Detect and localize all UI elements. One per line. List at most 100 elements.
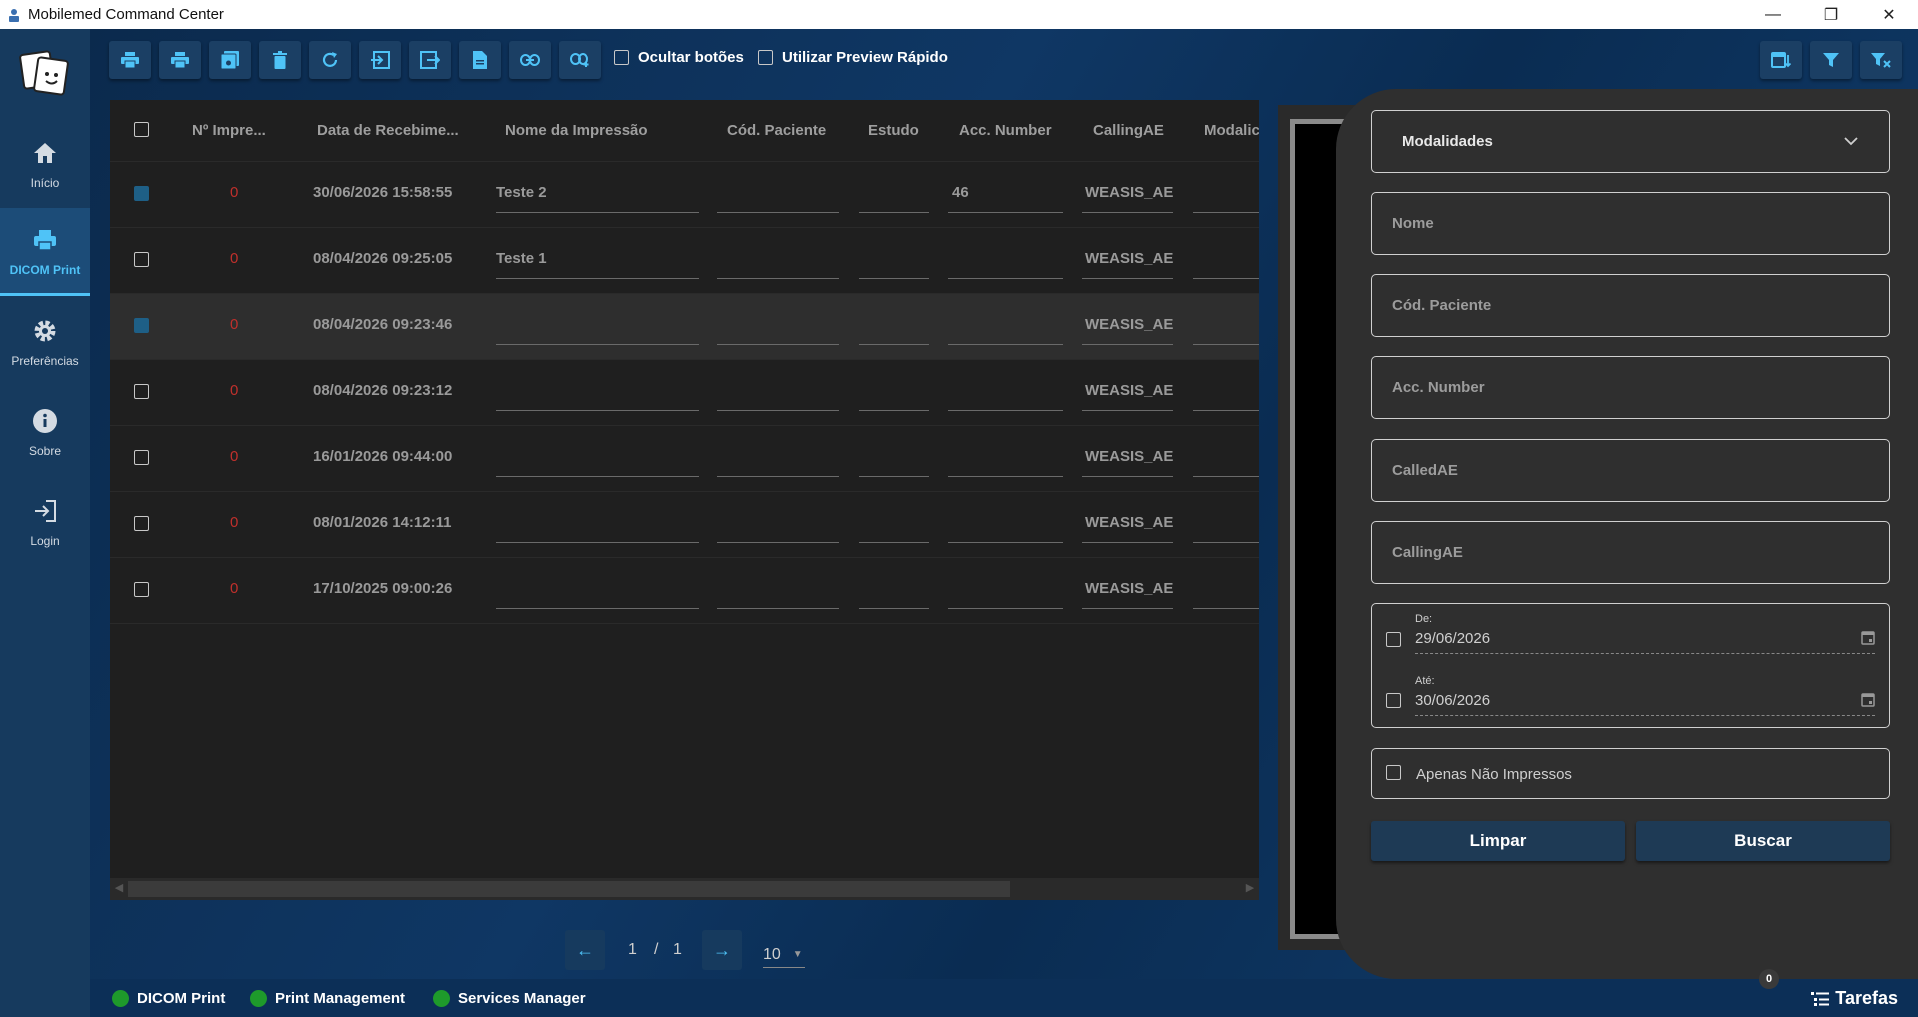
column-header-calling-ae[interactable]: CallingAE: [1093, 122, 1164, 139]
page-separator: /: [654, 941, 659, 958]
modality-underline: [1193, 608, 1259, 609]
print-name-input[interactable]: Teste 2: [496, 184, 547, 201]
sidebar-item-inicio[interactable]: Início: [0, 120, 90, 208]
checkbox-box[interactable]: [614, 50, 629, 65]
calling-ae-input[interactable]: WEASIS_AE: [1085, 250, 1173, 267]
scrollbar-thumb[interactable]: [128, 881, 1010, 897]
patient-code-underline: [717, 344, 839, 345]
calendar-icon[interactable]: [1861, 630, 1875, 645]
study-underline: [859, 476, 929, 477]
called-ae-field[interactable]: CalledAE: [1371, 439, 1890, 502]
table-row[interactable]: 0 30/06/2026 15:58:55 Teste 2 46 WEASIS_…: [110, 162, 1259, 228]
name-field[interactable]: Nome: [1371, 192, 1890, 255]
calling-ae-input[interactable]: WEASIS_AE: [1085, 448, 1173, 465]
print-name-input[interactable]: Teste 1: [496, 250, 547, 267]
refresh-button[interactable]: [309, 41, 351, 79]
calling-ae-input[interactable]: WEASIS_AE: [1085, 514, 1173, 531]
acc-number-underline: [948, 608, 1063, 609]
calling-ae-underline: [1082, 212, 1173, 213]
tasks-button[interactable]: Tarefas: [1811, 988, 1898, 1009]
date-from-checkbox[interactable]: [1386, 632, 1401, 647]
calling-ae-input[interactable]: WEASIS_AE: [1085, 184, 1173, 201]
document-button[interactable]: [459, 41, 501, 79]
delete-icon: [273, 51, 287, 69]
link-add-button[interactable]: [559, 41, 601, 79]
link-icon: [520, 54, 540, 66]
date-to-checkbox[interactable]: [1386, 693, 1401, 708]
column-header-patient-code[interactable]: Cód. Paciente: [727, 122, 826, 139]
checkbox-box[interactable]: [758, 50, 773, 65]
search-button[interactable]: Buscar: [1636, 821, 1890, 861]
previous-page-button[interactable]: ←: [565, 930, 605, 970]
date-to-label: Até:: [1415, 675, 1435, 687]
calendar-icon[interactable]: [1861, 692, 1875, 707]
modalities-select[interactable]: Modalidades: [1371, 110, 1890, 173]
column-header-modality[interactable]: Modalic: [1204, 122, 1259, 139]
table-row[interactable]: 0 17/10/2025 09:00:26 WEASIS_AE: [110, 558, 1259, 624]
restore-button[interactable]: ❐: [1802, 0, 1860, 29]
sidebar-item-preferencias[interactable]: Preferências: [0, 298, 90, 386]
clear-button[interactable]: Limpar: [1371, 821, 1625, 861]
export-button[interactable]: [409, 41, 451, 79]
sidebar-item-label: Preferências: [11, 354, 79, 368]
calling-ae-input[interactable]: WEASIS_AE: [1085, 316, 1173, 333]
row-checkbox[interactable]: [134, 450, 149, 465]
sidebar-item-sobre[interactable]: Sobre: [0, 388, 90, 476]
current-page: 1: [628, 941, 637, 958]
row-checkbox[interactable]: [134, 516, 149, 531]
table-row[interactable]: 0 08/04/2026 09:23:12 WEASIS_AE: [110, 360, 1259, 426]
only-unprinted-checkbox[interactable]: [1386, 765, 1401, 780]
date-to-field[interactable]: Até: 30/06/2026: [1415, 675, 1875, 725]
next-page-button[interactable]: →: [702, 930, 742, 970]
row-checkbox[interactable]: [134, 252, 149, 267]
row-checkbox[interactable]: [134, 318, 149, 333]
date-from-field[interactable]: De: 29/06/2026: [1415, 613, 1875, 663]
scroll-right-icon[interactable]: ▶: [1243, 881, 1257, 897]
hide-buttons-checkbox[interactable]: Ocultar botões: [614, 49, 744, 66]
calling-ae-input[interactable]: WEASIS_AE: [1085, 580, 1173, 597]
date-from-value[interactable]: 29/06/2026: [1415, 630, 1490, 647]
row-checkbox[interactable]: [134, 384, 149, 399]
scroll-left-icon[interactable]: ◀: [112, 881, 126, 897]
called-ae-placeholder: CalledAE: [1392, 462, 1458, 479]
calling-ae-field[interactable]: CallingAE: [1371, 521, 1890, 584]
column-header-print-name[interactable]: Nome da Impressão: [505, 122, 648, 139]
filter-clear-button[interactable]: [1860, 41, 1902, 79]
export-icon: [420, 51, 440, 69]
print-alt-button[interactable]: [159, 41, 201, 79]
column-header-study[interactable]: Estudo: [868, 122, 919, 139]
delete-button[interactable]: [259, 41, 301, 79]
table-row[interactable]: 0 16/01/2026 09:44:00 WEASIS_AE: [110, 426, 1259, 492]
date-to-value[interactable]: 30/06/2026: [1415, 692, 1490, 709]
page-size-select[interactable]: 10 ▼: [763, 942, 805, 968]
sidebar-item-label: DICOM Print: [9, 262, 81, 277]
filter-button[interactable]: [1810, 41, 1852, 79]
quick-preview-checkbox[interactable]: Utilizar Preview Rápido: [758, 49, 948, 66]
column-header-print-count[interactable]: Nº Impre...: [192, 122, 266, 139]
table-row[interactable]: 0 08/04/2026 09:23:46 WEASIS_AE: [110, 294, 1259, 360]
save-all-button[interactable]: [209, 41, 251, 79]
link-button[interactable]: [509, 41, 551, 79]
print-button[interactable]: [109, 41, 151, 79]
row-checkbox[interactable]: [134, 582, 149, 597]
only-unprinted-box[interactable]: Apenas Não Impressos: [1371, 748, 1890, 799]
patient-code-field[interactable]: Cód. Paciente: [1371, 274, 1890, 337]
minimize-button[interactable]: —: [1744, 0, 1802, 29]
acc-number-field[interactable]: Acc. Number: [1371, 356, 1890, 419]
acc-number-input[interactable]: 46: [952, 184, 969, 201]
select-all-checkbox[interactable]: [134, 122, 149, 137]
close-button[interactable]: ✕: [1860, 0, 1918, 29]
import-button[interactable]: [359, 41, 401, 79]
column-header-acc-number[interactable]: Acc. Number: [959, 122, 1052, 139]
row-checkbox[interactable]: [134, 186, 149, 201]
sidebar-item-dicom-print[interactable]: DICOM Print: [0, 208, 90, 296]
date-sort-button[interactable]: [1760, 41, 1802, 79]
calling-ae-input[interactable]: WEASIS_AE: [1085, 382, 1173, 399]
sidebar-item-login[interactable]: Login: [0, 478, 90, 566]
table-row[interactable]: 0 08/04/2026 09:25:05 Teste 1 WEASIS_AE: [110, 228, 1259, 294]
print-name-underline: [496, 344, 699, 345]
horizontal-scrollbar[interactable]: ◀ ▶: [110, 878, 1259, 900]
column-header-received-date[interactable]: Data de Recebime...: [317, 122, 459, 139]
table-row[interactable]: 0 08/01/2026 14:12:11 WEASIS_AE: [110, 492, 1259, 558]
date-sort-icon: [1771, 52, 1791, 68]
